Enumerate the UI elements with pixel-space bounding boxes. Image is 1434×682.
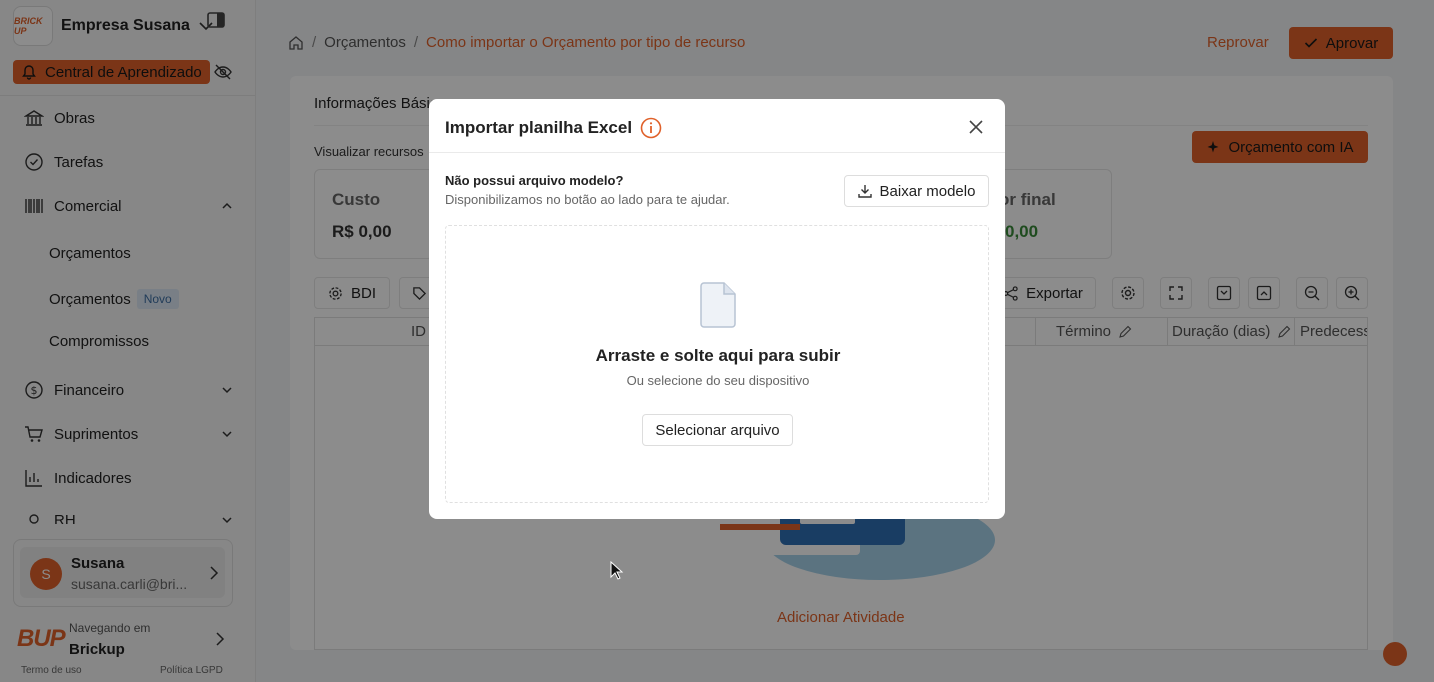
close-icon[interactable] [968,119,984,135]
modal-title-text: Importar planilha Excel [445,118,633,137]
download-icon [857,185,872,198]
modal-divider [429,152,1005,153]
import-excel-modal: Importar planilha Excel Não possui arqui… [429,99,1005,519]
download-template-button[interactable]: Baixar modelo [844,175,989,207]
download-template-label: Baixar modelo [879,182,976,200]
no-model-help: Disponibilizamos no botão ao lado para t… [445,192,730,207]
no-model-question: Não possui arquivo modelo? [445,173,624,188]
file-dropzone[interactable]: Arraste e solte aqui para subir Ou selec… [445,225,989,503]
info-icon[interactable] [640,117,662,139]
drop-title: Arraste e solte aqui para subir [595,346,841,365]
mouse-cursor-icon [610,561,624,580]
file-icon [700,282,736,328]
select-file-button[interactable]: Selecionar arquivo [642,414,793,446]
drop-subtitle: Ou selecione do seu dispositivo [626,373,810,388]
modal-title: Importar planilha Excel [445,117,662,139]
